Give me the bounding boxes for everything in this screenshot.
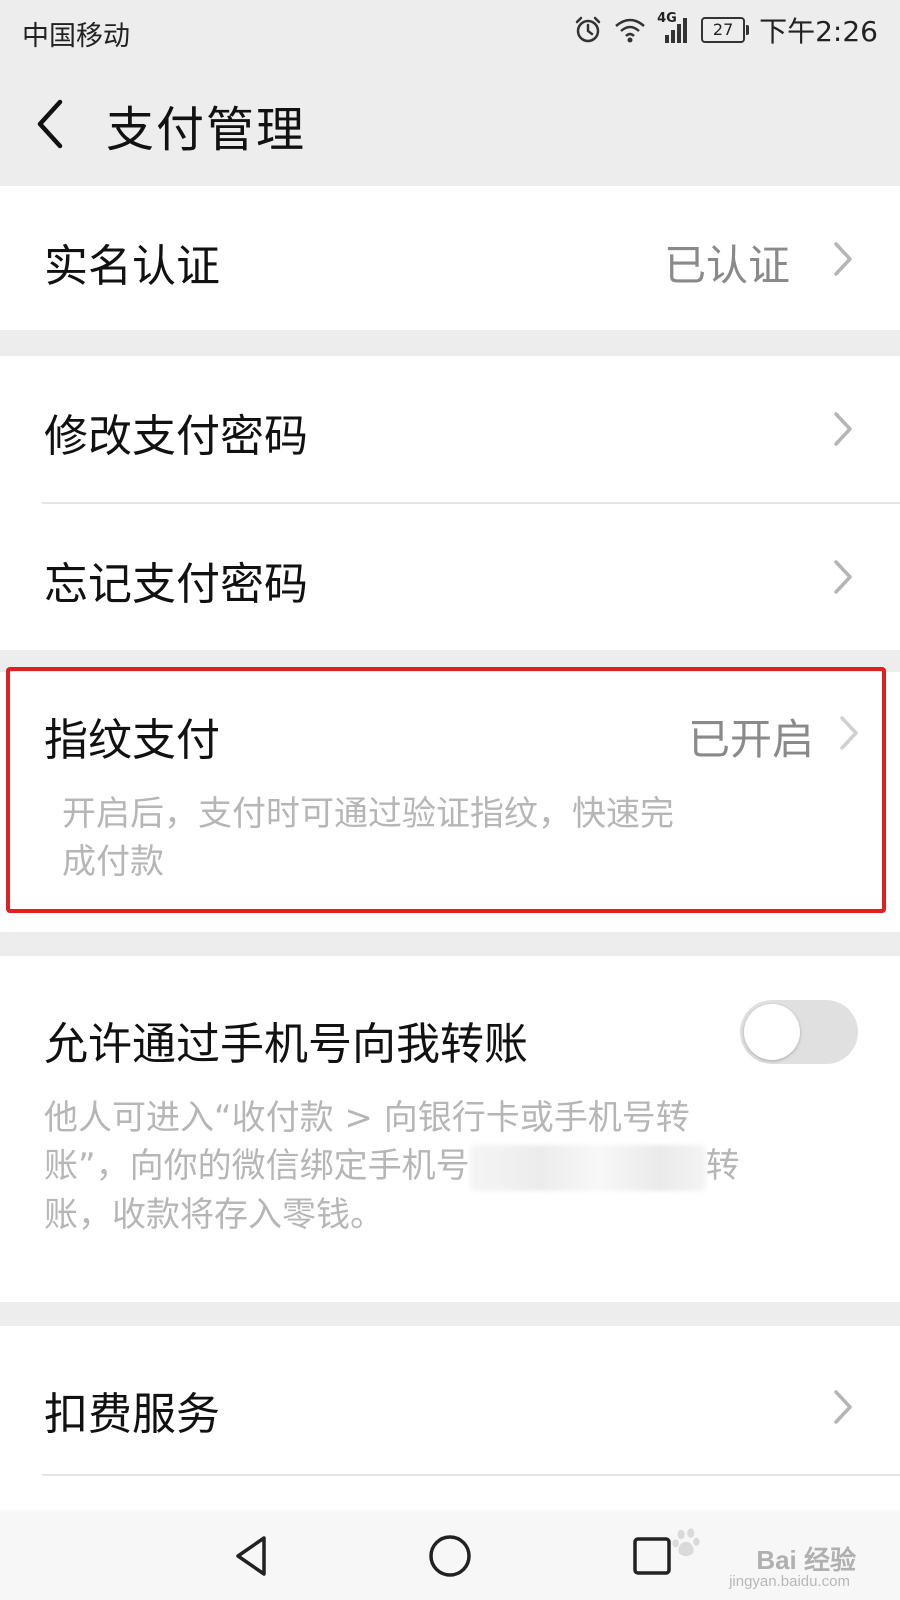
phone-transfer-desc-line3: 账，收款将存入零钱。 xyxy=(44,1194,384,1235)
password-group: 修改支付密码 忘记支付密码 xyxy=(0,356,900,650)
chevron-right-icon xyxy=(840,716,858,750)
identity-group: 实名认证 已认证 xyxy=(0,186,900,330)
fingerprint-desc-line1: 开启后，支付时可通过验证指纹，快速完 xyxy=(62,794,674,834)
forgot-password-row[interactable]: 忘记支付密码 xyxy=(0,504,900,650)
clock: 下午2:26 xyxy=(759,15,878,48)
chevron-right-icon xyxy=(834,242,852,276)
deduction-row[interactable]: 扣费服务 xyxy=(0,1326,900,1472)
circle-home-icon[interactable] xyxy=(424,1530,476,1582)
chevron-right-icon xyxy=(834,1390,852,1424)
deduction-group: 扣费服务 xyxy=(0,1326,900,1510)
phone-transfer-desc-line1: 他人可进入“收付款 > 向银行卡或手机号转 xyxy=(44,1098,690,1138)
toggle-knob xyxy=(744,1004,800,1060)
phone-transfer-desc-line2-before: 账”，向你的微信绑定手机号 xyxy=(44,1146,470,1186)
signal-icon: 4G xyxy=(657,11,691,45)
identity-label: 实名认证 xyxy=(44,241,220,292)
change-password-label: 修改支付密码 xyxy=(44,411,308,462)
watermark-text: Bai 经验 xyxy=(756,1545,856,1575)
phone-transfer-desc-line2: 账”，向你的微信绑定手机号 转 xyxy=(44,1142,864,1191)
change-password-row[interactable]: 修改支付密码 xyxy=(0,356,900,502)
fingerprint-desc-line2: 成付款 xyxy=(62,842,164,882)
status-icons: 4G 27 下午2:26 xyxy=(573,11,878,48)
chevron-left-icon[interactable] xyxy=(32,96,72,152)
alarm-icon xyxy=(575,16,601,43)
battery-icon: 27 xyxy=(701,17,750,43)
fingerprint-description: 开启后，支付时可通过验证指纹，快速完 成付款 xyxy=(62,790,842,886)
identity-row[interactable]: 实名认证 已认证 xyxy=(0,186,900,330)
header: 支付管理 xyxy=(0,62,900,186)
phone-transfer-desc-line2-after: 转 xyxy=(705,1146,740,1186)
triangle-back-icon[interactable] xyxy=(226,1530,278,1582)
carrier-label: 中国移动 xyxy=(22,21,130,52)
identity-status: 已认证 xyxy=(663,241,790,290)
phone-transfer-description: 他人可进入“收付款 > 向银行卡或手机号转 账”，向你的微信绑定手机号 转 账，收… xyxy=(44,1094,864,1239)
chevron-right-icon xyxy=(834,560,852,594)
status-bar: 中国移动 4G 27 下午2:26 xyxy=(0,0,900,62)
chevron-right-icon xyxy=(834,412,852,446)
divider xyxy=(42,1474,900,1476)
fingerprint-row[interactable]: 指纹支付 已开启 开启后，支付时可通过验证指纹，快速完 成付款 xyxy=(0,672,900,912)
fingerprint-group: 指纹支付 已开启 开启后，支付时可通过验证指纹，快速完 成付款 xyxy=(0,672,900,932)
wifi-icon xyxy=(615,18,645,43)
fingerprint-status: 已开启 xyxy=(687,715,814,764)
phone-transfer-toggle[interactable] xyxy=(740,1000,858,1064)
masked-phone-number xyxy=(469,1144,706,1191)
phone-transfer-label: 允许通过手机号向我转账 xyxy=(44,1019,528,1070)
fingerprint-label: 指纹支付 xyxy=(44,715,220,766)
watermark-url: jingyan.baidu.com xyxy=(729,1573,850,1590)
page-title: 支付管理 xyxy=(106,102,307,158)
forgot-password-label: 忘记支付密码 xyxy=(44,559,308,610)
deduction-label: 扣费服务 xyxy=(44,1389,220,1440)
